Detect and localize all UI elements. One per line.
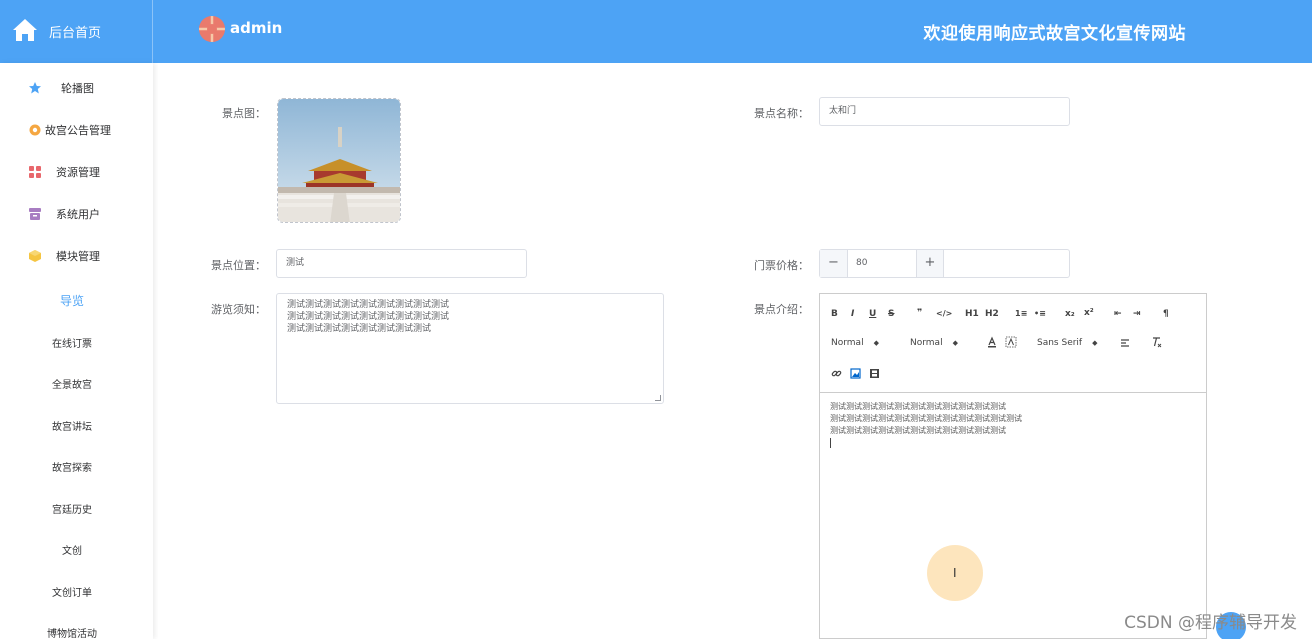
home-icon bbox=[13, 19, 37, 41]
submenu-item[interactable]: 文创订单 bbox=[0, 584, 144, 599]
editor-toolbar: B I U S ❞ </> H1 H2 1≡ •≡ x₂ x² ⇤ ⇥ ¶ No… bbox=[820, 294, 1206, 393]
chevron-updown-icon: ◆ bbox=[952, 339, 958, 347]
bullet-list-button[interactable]: •≡ bbox=[1034, 309, 1046, 318]
video-icon[interactable] bbox=[869, 368, 880, 379]
code-block-button[interactable]: </> bbox=[936, 309, 952, 318]
blockquote-button[interactable]: ❞ bbox=[917, 308, 922, 318]
sidebar-item-label: 故宫公告管理 bbox=[45, 124, 111, 137]
clear-format-icon[interactable] bbox=[1150, 336, 1162, 348]
notice-line: 测试测试测试测试测试测试测试测试测试 bbox=[287, 300, 450, 310]
sidebar-item-label: 轮播图 bbox=[61, 82, 94, 95]
sidebar-item-modules[interactable]: 模块管理 bbox=[0, 235, 153, 277]
intro-line: 测试测试测试测试测试测试测试测试测试测试测试测试 bbox=[830, 414, 1022, 423]
avatar-icon bbox=[199, 16, 225, 42]
strike-button[interactable]: S bbox=[888, 309, 894, 319]
notice-label: 游览须知： bbox=[211, 303, 266, 316]
price-stepper: − 80 + bbox=[819, 249, 1070, 278]
image-upload[interactable] bbox=[277, 98, 401, 223]
outdent-button[interactable]: ⇤ bbox=[1114, 309, 1122, 319]
notice-textarea[interactable]: 测试测试测试测试测试测试测试测试测试 测试测试测试测试测试测试测试测试测试 测试… bbox=[276, 293, 664, 404]
underline-button[interactable]: U bbox=[869, 309, 876, 319]
notice-line: 测试测试测试测试测试测试测试测试 bbox=[287, 324, 432, 334]
size-select[interactable]: Normal ◆ bbox=[910, 338, 958, 348]
sidebar-item-users[interactable]: 系统用户 bbox=[0, 193, 153, 235]
increment-button[interactable]: + bbox=[916, 250, 944, 277]
sidebar-item-carousel[interactable]: 轮播图 bbox=[0, 67, 153, 109]
font-select-value: Sans Serif bbox=[1037, 338, 1083, 348]
text-color-icon[interactable] bbox=[986, 336, 998, 348]
chevron-updown-icon: ◆ bbox=[873, 339, 879, 347]
rtl-button[interactable]: ¶ bbox=[1163, 309, 1169, 319]
submenu-item[interactable]: 故宫探索 bbox=[0, 459, 144, 474]
subscript-button[interactable]: x₂ bbox=[1065, 309, 1075, 319]
notice-line: 测试测试测试测试测试测试测试测试测试 bbox=[287, 312, 450, 322]
submenu-item[interactable]: 在线订票 bbox=[0, 335, 144, 350]
cube-icon bbox=[29, 250, 41, 262]
home-label: 后台首页 bbox=[49, 26, 102, 41]
grid-icon bbox=[29, 166, 41, 178]
sidebar-item-announcements[interactable]: 故宫公告管理 bbox=[0, 109, 153, 151]
sidebar: 轮播图 故宫公告管理 资源管理 系统用户 模块管理 导览 在线订票 全景故宫 故… bbox=[0, 63, 153, 639]
submenu-item[interactable]: 文创 bbox=[0, 542, 144, 557]
header-select-value: Normal bbox=[831, 338, 864, 348]
ordered-list-button[interactable]: 1≡ bbox=[1015, 309, 1027, 318]
resize-handle[interactable] bbox=[655, 395, 661, 401]
submenu-item[interactable]: 故宫讲坛 bbox=[0, 418, 144, 433]
name-input[interactable]: 太和门 bbox=[819, 97, 1070, 126]
avatar[interactable] bbox=[199, 16, 225, 42]
intro-line: 测试测试测试测试测试测试测试测试测试测试测试 bbox=[830, 402, 1006, 411]
superscript-button[interactable]: x² bbox=[1084, 308, 1094, 318]
image-icon[interactable] bbox=[850, 368, 861, 379]
ibeam-cursor-icon: I bbox=[953, 566, 957, 580]
user-box-icon bbox=[29, 208, 41, 220]
background-color-icon[interactable] bbox=[1005, 336, 1017, 348]
font-select[interactable]: Sans Serif ◆ bbox=[1037, 338, 1098, 348]
image-label: 景点图： bbox=[222, 107, 266, 120]
submenu-item[interactable]: 宫廷历史 bbox=[0, 501, 144, 516]
watermark: CSDN @程序辅导开发 bbox=[1124, 613, 1297, 633]
align-icon[interactable] bbox=[1119, 337, 1131, 349]
palace-image bbox=[278, 99, 400, 222]
intro-line: 测试测试测试测试测试测试测试测试测试测试测试 bbox=[830, 426, 1006, 435]
chevron-updown-icon: ◆ bbox=[1092, 339, 1098, 347]
editor-content[interactable]: 测试测试测试测试测试测试测试测试测试测试测试 测试测试测试测试测试测试测试测试测… bbox=[830, 401, 1022, 448]
sidebar-item-resources[interactable]: 资源管理 bbox=[0, 151, 153, 193]
location-label: 景点位置： bbox=[211, 259, 266, 272]
sidebar-item-label: 资源管理 bbox=[56, 166, 100, 179]
link-icon[interactable] bbox=[831, 368, 842, 379]
sidebar-item-label: 系统用户 bbox=[56, 208, 100, 221]
intro-label: 景点介绍： bbox=[754, 303, 809, 316]
site-title: 欢迎使用响应式故宫文化宣传网站 bbox=[923, 24, 1186, 44]
username[interactable]: admin bbox=[230, 19, 282, 37]
gear-icon bbox=[29, 124, 41, 136]
submenu-item-guide[interactable]: 导览 bbox=[0, 292, 144, 309]
location-input[interactable]: 测试 bbox=[276, 249, 527, 278]
home-link[interactable]: 后台首页 bbox=[0, 0, 153, 63]
italic-button[interactable]: I bbox=[851, 309, 854, 319]
decrement-button[interactable]: − bbox=[820, 250, 848, 277]
bold-button[interactable]: B bbox=[831, 309, 838, 319]
h2-button[interactable]: H2 bbox=[985, 309, 999, 319]
price-label: 门票价格： bbox=[754, 259, 809, 272]
sidebar-item-label: 模块管理 bbox=[56, 250, 100, 263]
h1-button[interactable]: H1 bbox=[965, 309, 979, 319]
text-caret bbox=[830, 438, 831, 448]
star-icon bbox=[29, 82, 41, 94]
submenu-item[interactable]: 博物馆活动 bbox=[0, 625, 144, 639]
indent-button[interactable]: ⇥ bbox=[1133, 309, 1141, 319]
name-label: 景点名称： bbox=[754, 107, 809, 120]
size-select-value: Normal bbox=[910, 338, 943, 348]
submenu-item[interactable]: 全景故宫 bbox=[0, 376, 144, 391]
header-select[interactable]: Normal ◆ bbox=[831, 338, 879, 348]
price-input[interactable]: 80 bbox=[856, 250, 867, 277]
top-header: 后台首页 admin 欢迎使用响应式故宫文化宣传网站 bbox=[0, 0, 1312, 63]
rich-text-editor: B I U S ❞ </> H1 H2 1≡ •≡ x₂ x² ⇤ ⇥ ¶ No… bbox=[819, 293, 1207, 639]
